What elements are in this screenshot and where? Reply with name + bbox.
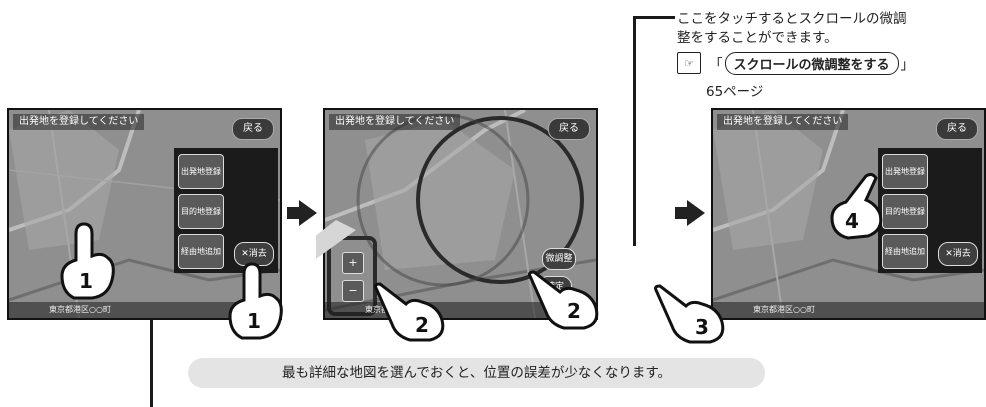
back-button[interactable]: 戻る xyxy=(936,118,978,140)
ref-close-bracket: 」 xyxy=(900,57,915,73)
reference-book-icon: ☞ xyxy=(677,52,701,74)
screen-title: 出発地を登録してください xyxy=(13,114,145,130)
add-waypoint-button[interactable]: 経由地追加 xyxy=(178,234,224,269)
step-number: 2 xyxy=(415,313,429,337)
delete-button[interactable]: ✕消去 xyxy=(938,242,978,266)
route-menu-panel: 出発地登録 目的地登録 経由地追加 ✕消去 xyxy=(878,148,982,273)
set-destination-button[interactable]: 目的地登録 xyxy=(178,194,224,229)
reference-row: ☞ 「 スクロールの微調整をする 」 xyxy=(677,51,914,75)
hand-pointer-icon: 1 xyxy=(228,262,283,340)
step-number: 1 xyxy=(79,269,93,293)
step-number: 2 xyxy=(567,299,581,323)
step-number: 3 xyxy=(695,315,709,339)
note-line-1: ここをタッチするとスクロールの微調 xyxy=(677,11,907,27)
callout-line-top-vertical xyxy=(633,16,636,246)
back-button[interactable]: 戻る xyxy=(548,118,590,140)
note-line-2: 整をすることができます。 xyxy=(677,30,838,46)
status-bar: 東京都港区○○町 xyxy=(713,302,984,318)
hand-pointer-icon: 1 xyxy=(60,222,115,300)
page-reference: 65ページ xyxy=(706,84,764,100)
info-tip-box: 最も詳細な地図を選んでおくと、位置の誤差が少なくなります。 xyxy=(188,358,765,388)
screen-title: 出発地を登録してください xyxy=(329,114,461,130)
callout-line-top-horizontal xyxy=(633,16,675,19)
hand-pointer-icon: 4 xyxy=(830,172,883,240)
back-button[interactable]: 戻る xyxy=(232,118,274,140)
fine-adjust-button[interactable]: 微調整 xyxy=(542,248,576,270)
zoom-leader-shape xyxy=(316,220,356,259)
step-number: 1 xyxy=(247,309,261,333)
next-step-arrow-1 xyxy=(287,200,317,226)
set-origin-button[interactable]: 出発地登録 xyxy=(178,154,224,189)
next-step-arrow-2 xyxy=(675,200,705,226)
route-menu-panel: 出発地登録 目的地登録 経由地追加 ✕消去 xyxy=(174,148,278,273)
step-number: 4 xyxy=(845,209,859,233)
screen-title: 出発地を登録してください xyxy=(717,114,849,130)
hand-pointer-icon: 2 xyxy=(374,282,445,342)
fine-adjust-note: ここをタッチするとスクロールの微調 整をすることができます。 xyxy=(677,10,977,48)
hand-pointer-icon: 3 xyxy=(654,284,725,344)
ref-open-bracket: 「 xyxy=(709,57,723,73)
hand-pointer-icon: 2 xyxy=(528,270,599,330)
reference-title-pill[interactable]: スクロールの微調整をする xyxy=(724,51,899,75)
